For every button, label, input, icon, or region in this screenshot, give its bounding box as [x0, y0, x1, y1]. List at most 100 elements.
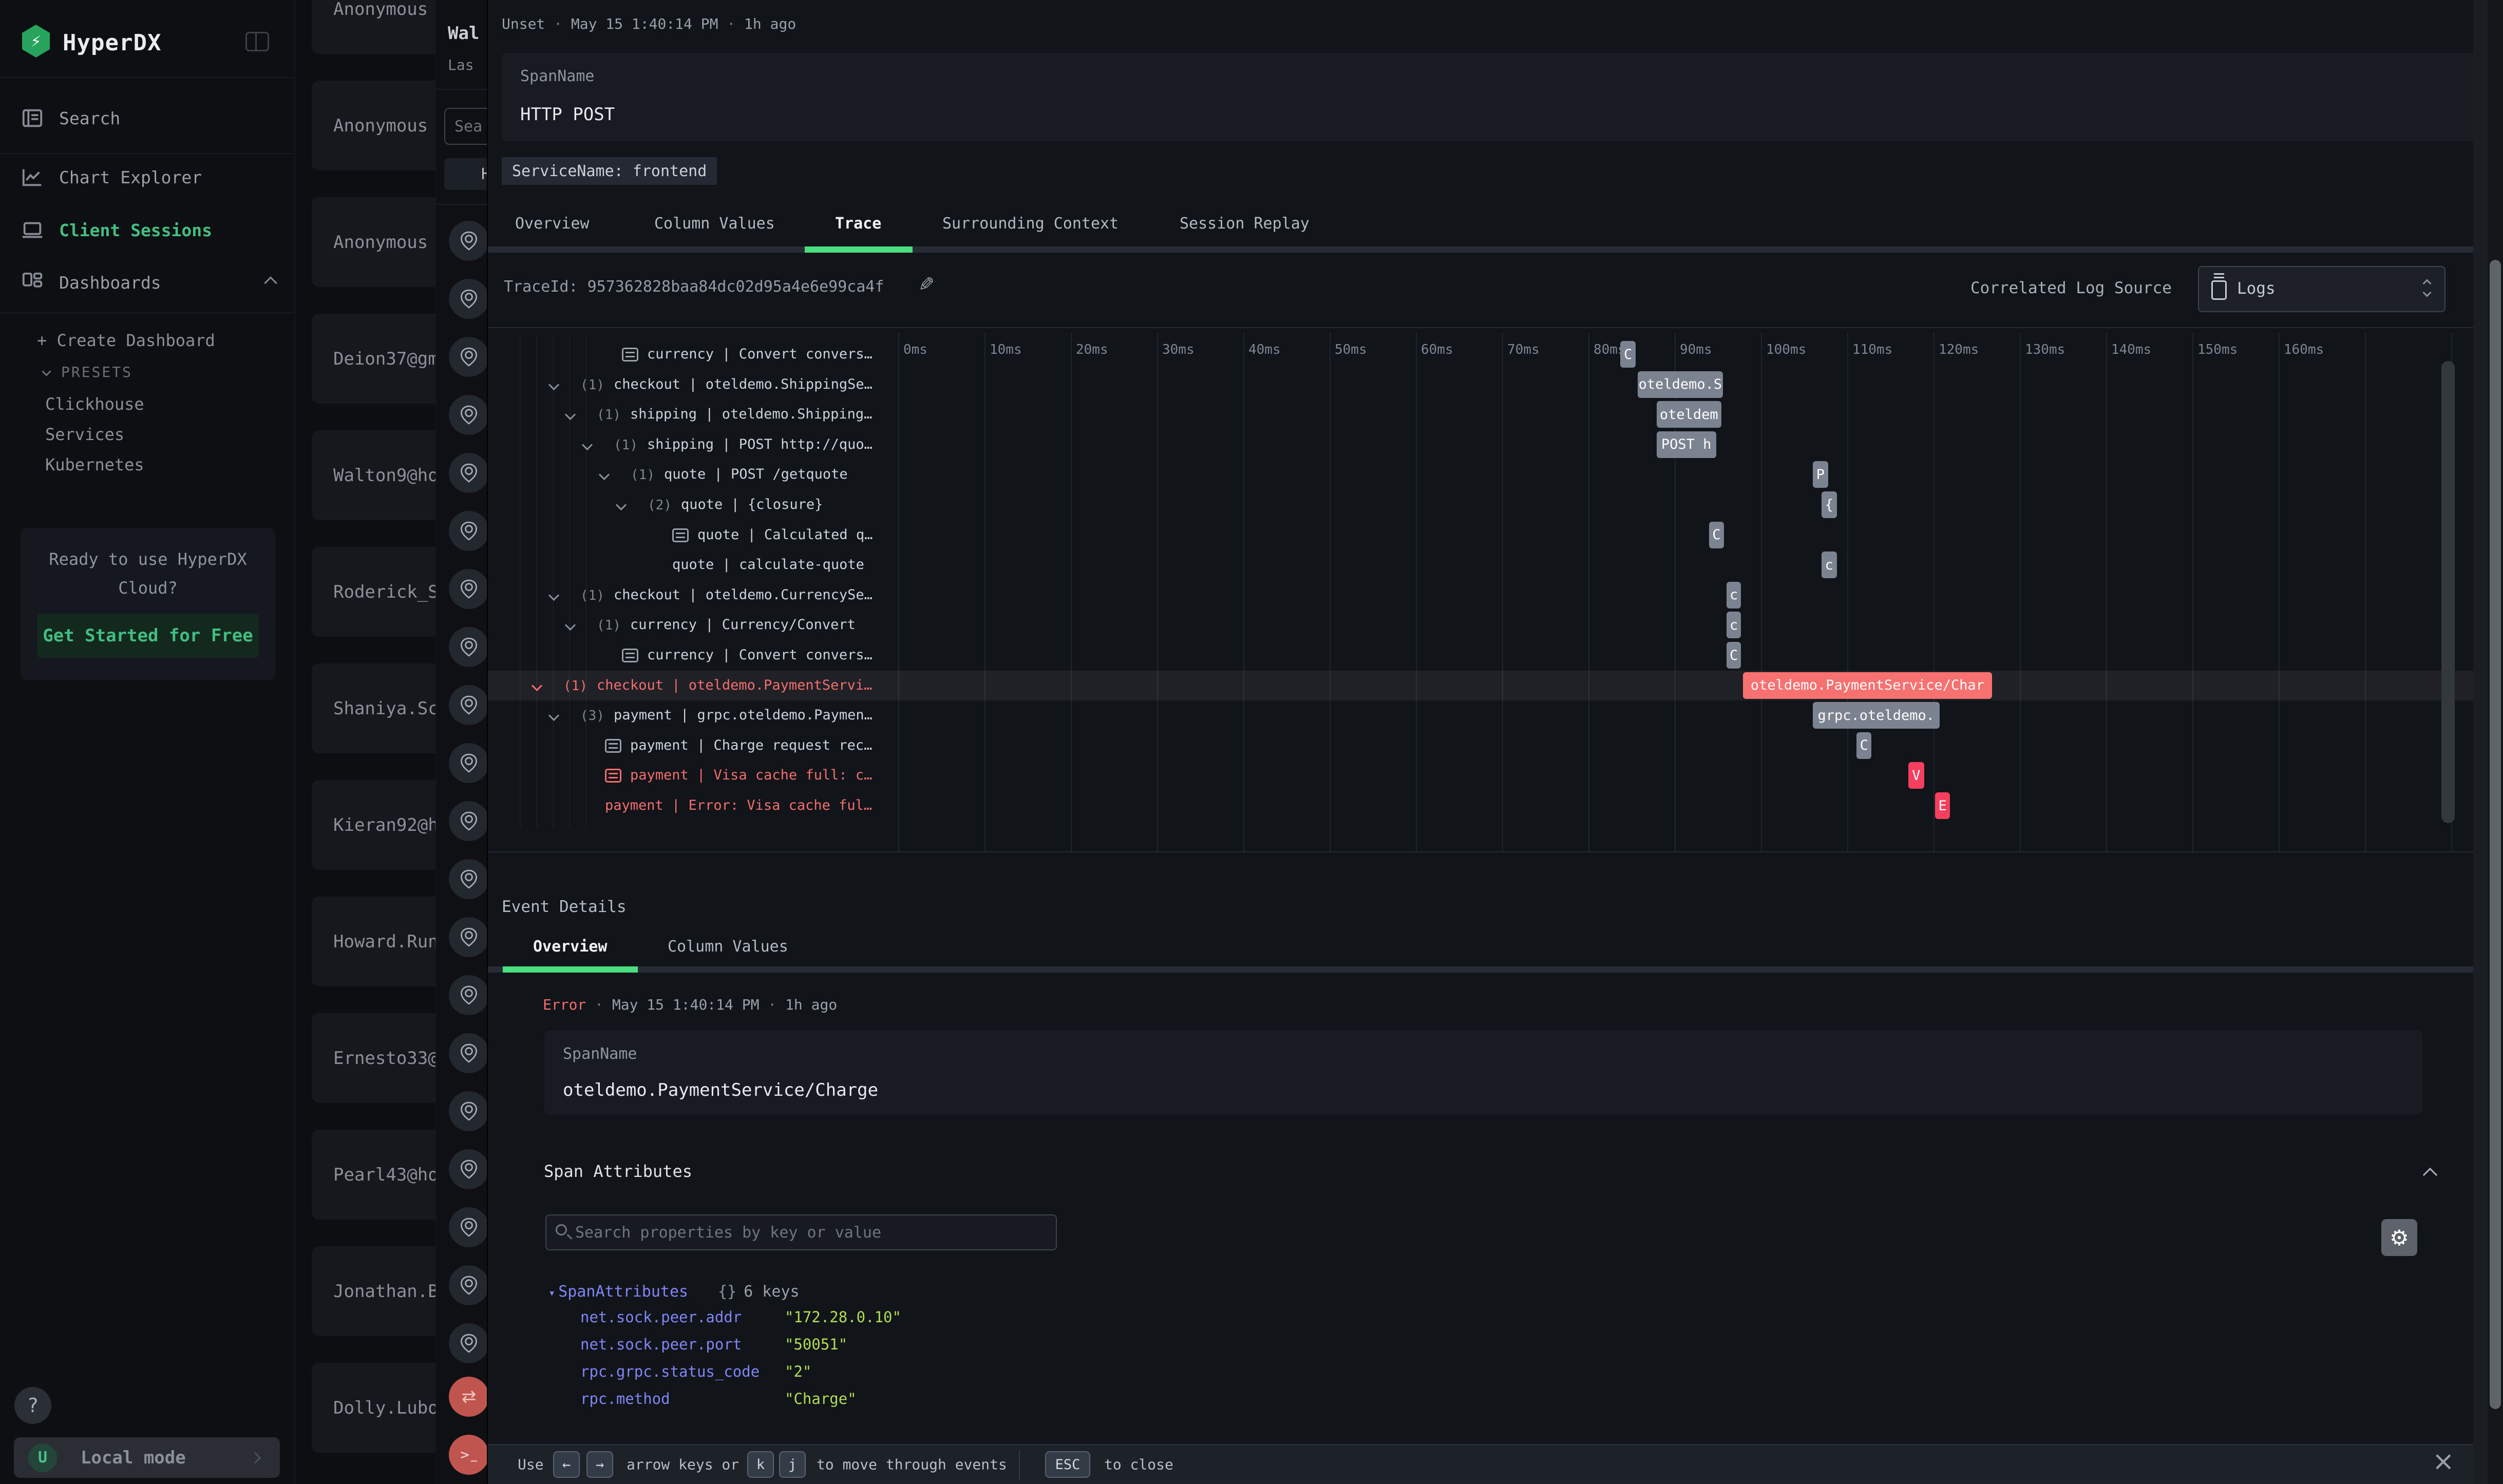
- session-search-input[interactable]: Sea: [444, 108, 487, 145]
- session-pin-icon[interactable]: [449, 1207, 487, 1247]
- tab-column-values[interactable]: Column Values: [654, 215, 775, 233]
- span-duration-bar[interactable]: oteldemo.PaymentService/Char: [1743, 672, 1993, 699]
- span-duration-bar[interactable]: P: [1813, 461, 1828, 488]
- session-pin-icon[interactable]: [449, 1149, 487, 1189]
- ed-tab-column-values[interactable]: Column Values: [668, 938, 788, 956]
- attribute-row[interactable]: net.sock.peer.addr"172.28.0.10": [488, 1308, 1926, 1332]
- attribute-row[interactable]: net.sock.peer.port"50051": [488, 1336, 1926, 1359]
- span-row-label[interactable]: quote | Calculated q…: [697, 527, 873, 543]
- session-pin-icon[interactable]: [449, 685, 487, 725]
- span-duration-bar[interactable]: {: [1822, 491, 1837, 518]
- span-duration-bar[interactable]: C: [1727, 642, 1741, 669]
- preset-item-clickhouse[interactable]: Clickhouse: [45, 394, 144, 414]
- span-row-label[interactable]: checkout | oteldemo.CurrencySe…: [614, 587, 873, 603]
- span-duration-bar[interactable]: c: [1822, 551, 1837, 578]
- preset-item-services[interactable]: Services: [45, 425, 124, 444]
- collapse-chevron-icon[interactable]: [616, 500, 627, 510]
- session-pin-icon[interactable]: [449, 859, 487, 899]
- span-duration-bar[interactable]: oteldemo.S: [1638, 371, 1723, 398]
- span-row-label[interactable]: payment | Charge request rec…: [630, 737, 872, 753]
- tab-session-replay[interactable]: Session Replay: [1180, 215, 1310, 233]
- collapse-chevron-icon[interactable]: [548, 379, 559, 390]
- preset-item-kubernetes[interactable]: Kubernetes: [45, 455, 144, 474]
- span-duration-bar[interactable]: POST h: [1657, 431, 1716, 458]
- sidebar-item-dashboards[interactable]: Dashboards: [0, 258, 295, 307]
- span-row-label[interactable]: payment | Error: Visa cache ful…: [605, 797, 872, 813]
- session-pin-icon[interactable]: [449, 1265, 487, 1305]
- span-duration-bar[interactable]: oteldem: [1657, 401, 1721, 428]
- span-duration-bar[interactable]: c: [1727, 582, 1741, 608]
- collapse-chevron-icon[interactable]: [565, 409, 576, 420]
- sidebar-item-search[interactable]: Search: [0, 93, 295, 143]
- collapse-chevron-icon[interactable]: [548, 590, 559, 601]
- session-user-name: Pearl43@ho: [333, 1165, 439, 1185]
- attributes-search-input[interactable]: Search properties by key or value: [545, 1214, 1057, 1250]
- sidebar-item-client-sessions[interactable]: Client Sessions: [0, 205, 295, 255]
- span-row-label[interactable]: payment | grpc.oteldemo.Paymen…: [614, 707, 873, 723]
- error-swap-icon[interactable]: ⇄: [449, 1377, 487, 1417]
- service-name-badge[interactable]: ServiceName: frontend: [502, 157, 717, 185]
- span-row-label[interactable]: currency | Currency/Convert: [630, 617, 856, 633]
- session-pin-icon[interactable]: [449, 743, 487, 783]
- error-time: May 15 1:40:14 PM: [612, 996, 760, 1013]
- presets-toggle[interactable]: PRESETS: [43, 364, 132, 380]
- span-row-label[interactable]: shipping | oteldemo.Shipping…: [630, 406, 872, 422]
- sidebar-item-chart-explorer[interactable]: Chart Explorer: [0, 153, 295, 202]
- span-row-label[interactable]: quote | POST /getquote: [664, 466, 848, 482]
- session-pin-icon[interactable]: [449, 975, 487, 1015]
- log-source-select[interactable]: Logs: [2198, 266, 2445, 312]
- help-button[interactable]: ?: [14, 1387, 51, 1424]
- span-row-label[interactable]: quote | calculate-quote: [672, 557, 864, 573]
- session-filter-button[interactable]: H: [444, 158, 487, 190]
- session-pin-icon[interactable]: [449, 511, 487, 551]
- attributes-root-row[interactable]: ▾SpanAttributes{}6 keys: [548, 1283, 800, 1301]
- collapse-chevron-icon[interactable]: [548, 710, 559, 721]
- session-pin-icon[interactable]: [449, 1033, 487, 1073]
- attributes-settings-button[interactable]: ⚙: [2381, 1219, 2417, 1256]
- local-mode-button[interactable]: U Local mode: [14, 1437, 280, 1478]
- session-pin-icon[interactable]: [449, 569, 487, 609]
- span-row-label[interactable]: checkout | oteldemo.PaymentServi…: [597, 677, 872, 693]
- session-pin-icon[interactable]: [449, 917, 487, 957]
- span-row-label[interactable]: shipping | POST http://quo…: [647, 436, 873, 452]
- tab-surrounding-context[interactable]: Surrounding Context: [942, 215, 1118, 233]
- span-duration-bar[interactable]: grpc.oteldemo.: [1813, 702, 1940, 729]
- tab-overview[interactable]: Overview: [515, 215, 590, 233]
- get-started-button[interactable]: Get Started for Free: [37, 614, 259, 658]
- session-pin-icon[interactable]: [449, 801, 487, 841]
- span-row-label[interactable]: currency | Convert convers…: [647, 647, 873, 663]
- span-duration-bar[interactable]: C: [1620, 341, 1636, 368]
- collapse-chevron-icon[interactable]: [582, 440, 593, 450]
- close-icon[interactable]: ×: [2432, 1446, 2455, 1477]
- waterfall-scrollbar[interactable]: [2441, 361, 2455, 823]
- span-row-label[interactable]: checkout | oteldemo.ShippingSe…: [614, 376, 873, 392]
- attribute-row[interactable]: rpc.method"Charge": [488, 1390, 1926, 1414]
- span-duration-bar[interactable]: C: [1709, 522, 1724, 548]
- span-row-label[interactable]: quote | {closure}: [681, 497, 823, 512]
- session-pin-icon[interactable]: [449, 337, 487, 377]
- session-pin-icon[interactable]: [449, 279, 487, 319]
- span-duration-bar[interactable]: V: [1908, 762, 1924, 789]
- session-pin-icon[interactable]: [449, 221, 487, 261]
- tab-trace[interactable]: Trace: [835, 215, 881, 233]
- collapse-chevron-icon[interactable]: [565, 620, 576, 631]
- collapse-sidebar-icon[interactable]: [245, 32, 269, 51]
- attribute-row[interactable]: rpc.grpc.status_code"2": [488, 1363, 1926, 1386]
- ed-tab-overview[interactable]: Overview: [533, 938, 608, 956]
- session-pin-icon[interactable]: [449, 627, 487, 667]
- session-pin-icon[interactable]: [449, 453, 487, 493]
- span-row-label[interactable]: payment | Visa cache full: c…: [630, 767, 872, 783]
- session-pin-icon[interactable]: [449, 1323, 487, 1363]
- page-scrollbar-thumb[interactable]: [2490, 260, 2501, 1409]
- span-duration-bar[interactable]: E: [1935, 792, 1950, 819]
- collapse-chevron-icon[interactable]: [599, 469, 610, 480]
- collapse-section-icon[interactable]: [2423, 1168, 2437, 1182]
- edit-pencil-icon[interactable]: ✎: [918, 273, 935, 296]
- create-dashboard-button[interactable]: + Create Dashboard: [37, 331, 215, 350]
- span-duration-bar[interactable]: C: [1856, 732, 1871, 759]
- session-pin-icon[interactable]: [449, 1091, 487, 1131]
- span-duration-bar[interactable]: c: [1727, 612, 1741, 638]
- error-terminal-icon[interactable]: >_: [449, 1435, 487, 1475]
- span-row-label[interactable]: currency | Convert convers…: [647, 346, 873, 362]
- session-pin-icon[interactable]: [449, 395, 487, 435]
